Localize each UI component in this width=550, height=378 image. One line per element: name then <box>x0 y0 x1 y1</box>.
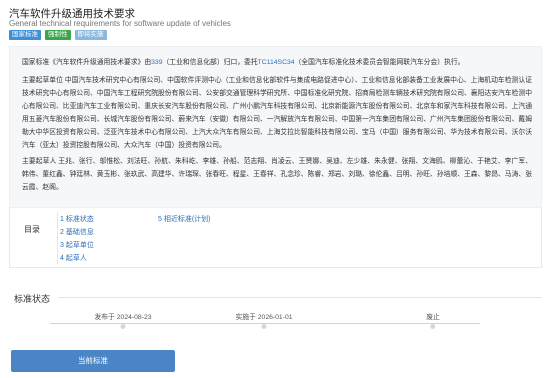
intro-panel: 国家标准《汽车软件升级通用技术要求》由339（工业和信息化部）归口，委托TC11… <box>9 46 542 208</box>
timeline-node-published: 发布于 2024-08-23 <box>94 311 152 329</box>
section-divider <box>58 297 542 298</box>
table-of-contents: 目录 1 标准状态 2 基础信息 3 起草单位 4 起草人 5 相近标准(计划) <box>9 208 542 268</box>
timeline-label: 发布于 2024-08-23 <box>94 314 152 321</box>
timeline-dot <box>261 324 267 329</box>
toc-item-status[interactable]: 1 标准状态 <box>60 213 94 226</box>
timeline-label: 废止 <box>426 314 440 321</box>
timeline-node-abolished: 废止 <box>426 311 440 329</box>
toc-divider <box>57 212 58 264</box>
page-subtitle: General technical requirements for softw… <box>9 19 231 28</box>
tag-mandatory: 强制性 <box>45 30 71 40</box>
toc-item-related-standards[interactable]: 5 相近标准(计划) <box>158 213 211 226</box>
timeline-dot <box>430 324 436 329</box>
drafting-units: 主要起草单位 中国汽车技术研究中心有限公司、中国软件评测中心（工业和信息化部软件… <box>22 77 532 149</box>
timeline-label: 实施于 2026-01-01 <box>235 314 293 321</box>
toc-column-2: 5 相近标准(计划) <box>158 213 211 226</box>
tag-group: 国家标准 强制性 即将实施 <box>9 30 107 40</box>
tc-link[interactable]: TC114SC34 <box>258 59 295 66</box>
committee-link[interactable]: 339 <box>151 59 162 66</box>
toc-item-drafting-units[interactable]: 3 起草单位 <box>60 239 94 252</box>
toc-item-drafters[interactable]: 4 起草人 <box>60 252 94 265</box>
timeline-dot <box>120 324 126 329</box>
intro-text-suffix: （全国汽车标准化技术委员会智能网联汽车分会）执行。 <box>294 59 465 66</box>
status-timeline: 发布于 2024-08-23 实施于 2026-01-01 废止 <box>50 311 490 331</box>
timeline-node-effective: 实施于 2026-01-01 <box>235 311 293 329</box>
tag-upcoming: 即将实施 <box>74 30 107 40</box>
intro-text: 国家标准《汽车软件升级通用技术要求》由 <box>22 59 152 66</box>
current-standard-button[interactable]: 当前标准 <box>11 350 175 372</box>
drafters: 主要起草人 王兆、张行、邬惟松、刘法旺、孙航、朱科屹、李雄、孙船、范志翔、肖凌云… <box>22 158 532 191</box>
toc-column-1: 1 标准状态 2 基础信息 3 起草单位 4 起草人 <box>60 213 94 265</box>
toc-item-basic-info[interactable]: 2 基础信息 <box>60 226 94 239</box>
intro-text-mid: （工业和信息化部）归口，委托 <box>162 59 258 66</box>
intro-paragraph: 国家标准《汽车软件升级通用技术要求》由339（工业和信息化部）归口，委托TC11… <box>22 56 532 69</box>
tag-national-standard: 国家标准 <box>9 30 41 40</box>
section-title-status: 标准状态 <box>14 294 51 304</box>
toc-label: 目录 <box>24 225 40 234</box>
